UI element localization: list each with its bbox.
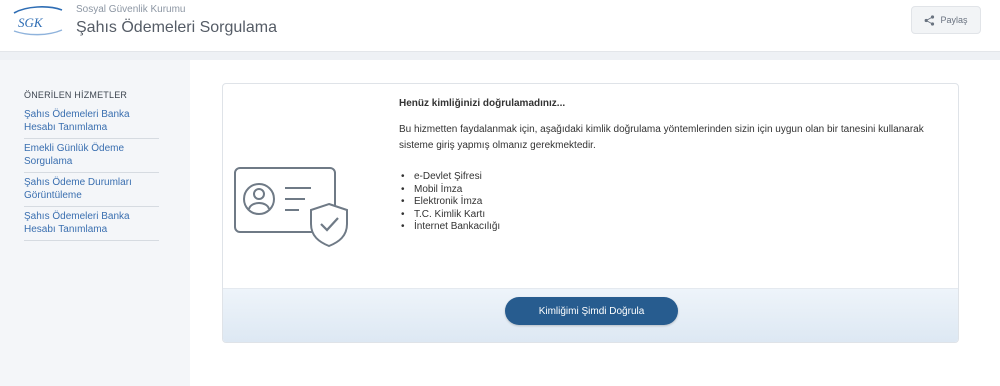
recommended-services-list: Şahıs Ödemeleri Banka Hesabı Tanımlama E… bbox=[24, 106, 159, 242]
verification-card: Henüz kimliğinizi doğrulamadınız... Bu h… bbox=[222, 83, 959, 343]
list-item: T.C. Kimlik Kartı bbox=[399, 209, 954, 222]
notice-title: Henüz kimliğinizi doğrulamadınız... bbox=[399, 98, 566, 109]
verify-identity-button[interactable]: Kimliğimi Şimdi Doğrula bbox=[505, 297, 678, 325]
list-item: Elektronik İmza bbox=[399, 196, 954, 209]
notice-text: Bu hizmetten faydalanmak için, aşağıdaki… bbox=[399, 124, 924, 151]
list-item: İnternet Bankacılığı bbox=[399, 221, 954, 234]
share-button[interactable]: Paylaş bbox=[911, 6, 981, 34]
sgk-logo[interactable]: SGK bbox=[10, 4, 66, 38]
sidebar-item-payment-status[interactable]: Şahıs Ödeme Durumları Görüntüleme bbox=[24, 174, 159, 207]
page-title: Şahıs Ödemeleri Sorgulama bbox=[76, 19, 277, 36]
verification-methods-list: e-Devlet Şifresi Mobil İmza Elektronik İ… bbox=[399, 171, 954, 234]
organization-name: Sosyal Güvenlik Kurumu bbox=[76, 4, 186, 15]
sidebar-item-bank-account-definition-2[interactable]: Şahıs Ödemeleri Banka Hesabı Tanımlama bbox=[24, 208, 159, 241]
sidebar: ÖNERİLEN HİZMETLER Şahıs Ödemeleri Banka… bbox=[0, 60, 190, 386]
share-icon bbox=[925, 14, 935, 26]
list-item: e-Devlet Şifresi bbox=[399, 171, 954, 184]
sidebar-item-bank-account-definition[interactable]: Şahıs Ödemeleri Banka Hesabı Tanımlama bbox=[24, 106, 159, 139]
main-content: Henüz kimliğinizi doğrulamadınız... Bu h… bbox=[190, 60, 1000, 386]
share-label: Paylaş bbox=[940, 15, 968, 25]
list-item: Mobil İmza bbox=[399, 184, 954, 197]
sidebar-item-retiree-daily-payment[interactable]: Emekli Günlük Ödeme Sorgulama bbox=[24, 140, 159, 173]
logo-text: SGK bbox=[18, 15, 44, 30]
identity-card-shield-icon bbox=[234, 167, 348, 248]
card-footer: Kimliğimi Şimdi Doğrula bbox=[223, 288, 958, 342]
sidebar-heading: ÖNERİLEN HİZMETLER bbox=[24, 90, 128, 100]
verification-content: Henüz kimliğinizi doğrulamadınız... Bu h… bbox=[399, 98, 954, 234]
page-header: SGK Sosyal Güvenlik Kurumu Şahıs Ödemele… bbox=[0, 0, 1000, 52]
